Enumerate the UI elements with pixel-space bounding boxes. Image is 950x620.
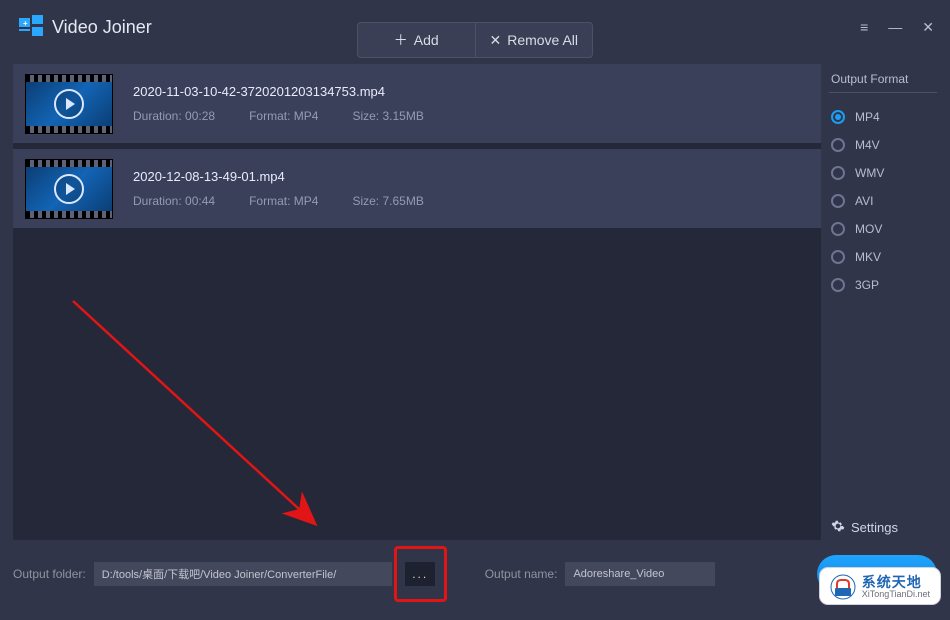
remove-all-button[interactable]: ✕ Remove All (475, 23, 593, 57)
format-option-wmv[interactable]: WMV (829, 161, 937, 185)
duration-label: Duration: (133, 109, 182, 123)
format-option-3gp[interactable]: 3GP (829, 273, 937, 297)
radio-icon (831, 250, 845, 264)
format-option-avi[interactable]: AVI (829, 189, 937, 213)
settings-label: Settings (851, 520, 898, 535)
toolbar: ＋ Add ✕ Remove All (357, 22, 593, 58)
output-format-title: Output Format (829, 64, 937, 93)
video-thumbnail (25, 74, 113, 134)
video-row[interactable]: 2020-11-03-10-42-3720201203134753.mp4 Du… (13, 64, 821, 143)
video-row[interactable]: 2020-12-08-13-49-01.mp4 Duration: 00:44 … (13, 149, 821, 228)
watermark-icon (830, 574, 856, 600)
app-logo: + Video Joiner (18, 14, 152, 40)
size-label: Size: (352, 109, 379, 123)
video-list: 2020-11-03-10-42-3720201203134753.mp4 Du… (13, 64, 821, 540)
size-value: 3.15MB (382, 109, 423, 123)
video-info: 2020-11-03-10-42-3720201203134753.mp4 Du… (133, 84, 424, 123)
format-label: 3GP (855, 278, 879, 292)
output-name-input[interactable] (565, 562, 715, 586)
format-option-mov[interactable]: MOV (829, 217, 937, 241)
watermark: 系统天地 XiTongTianDi.net (820, 568, 940, 604)
format-option-mkv[interactable]: MKV (829, 245, 937, 269)
format-label: MOV (855, 222, 882, 236)
video-filename: 2020-11-03-10-42-3720201203134753.mp4 (133, 84, 424, 99)
close-button[interactable]: ✕ (918, 18, 938, 36)
duration-label: Duration: (133, 194, 182, 208)
add-button[interactable]: ＋ Add (358, 23, 475, 57)
format-value: MP4 (294, 109, 319, 123)
output-folder-label: Output folder: (13, 567, 86, 581)
format-label: Format: (249, 194, 290, 208)
format-label: Format: (249, 109, 290, 123)
video-thumbnail (25, 159, 113, 219)
format-label: MP4 (855, 110, 880, 124)
format-label: AVI (855, 194, 873, 208)
menu-button[interactable]: ≡ (856, 18, 872, 36)
svg-text:+: + (23, 19, 28, 28)
output-folder-input[interactable] (94, 562, 392, 586)
output-format-list: MP4 M4V WMV AVI MOV MKV 3GP (829, 105, 937, 297)
main-content: 2020-11-03-10-42-3720201203134753.mp4 Du… (13, 64, 937, 540)
format-label: WMV (855, 166, 884, 180)
remove-all-button-label: Remove All (507, 32, 578, 48)
format-option-m4v[interactable]: M4V (829, 133, 937, 157)
video-filename: 2020-12-08-13-49-01.mp4 (133, 169, 424, 184)
radio-icon (831, 194, 845, 208)
app-title: Video Joiner (52, 17, 152, 38)
radio-icon (831, 278, 845, 292)
duration-value: 00:44 (185, 194, 215, 208)
size-label: Size: (352, 194, 379, 208)
play-icon (54, 89, 84, 119)
gear-icon (831, 519, 845, 536)
plus-icon: ＋ (394, 30, 408, 50)
video-info: 2020-12-08-13-49-01.mp4 Duration: 00:44 … (133, 169, 424, 208)
radio-icon (831, 166, 845, 180)
play-icon (54, 174, 84, 204)
format-option-mp4[interactable]: MP4 (829, 105, 937, 129)
radio-icon (831, 138, 845, 152)
bottom-bar: Output folder: ... Output name: Start (13, 546, 937, 602)
side-panel: Output Format MP4 M4V WMV AVI MOV MKV 3G… (829, 64, 937, 540)
format-value: MP4 (294, 194, 319, 208)
add-button-label: Add (414, 32, 439, 48)
format-label: M4V (855, 138, 880, 152)
radio-icon (831, 110, 845, 124)
app-logo-icon: + (18, 14, 44, 40)
settings-button[interactable]: Settings (829, 513, 937, 540)
format-label: MKV (855, 250, 881, 264)
window-controls: ≡ — ✕ (856, 18, 938, 36)
watermark-cn: 系统天地 (862, 575, 930, 590)
duration-value: 00:28 (185, 109, 215, 123)
size-value: 7.65MB (382, 194, 423, 208)
browse-highlight: ... (394, 546, 447, 602)
watermark-en: XiTongTianDi.net (862, 590, 930, 599)
radio-icon (831, 222, 845, 236)
minimize-button[interactable]: — (884, 18, 906, 36)
output-name-label: Output name: (485, 567, 558, 581)
browse-button[interactable]: ... (405, 562, 435, 586)
close-icon: ✕ (489, 32, 501, 49)
